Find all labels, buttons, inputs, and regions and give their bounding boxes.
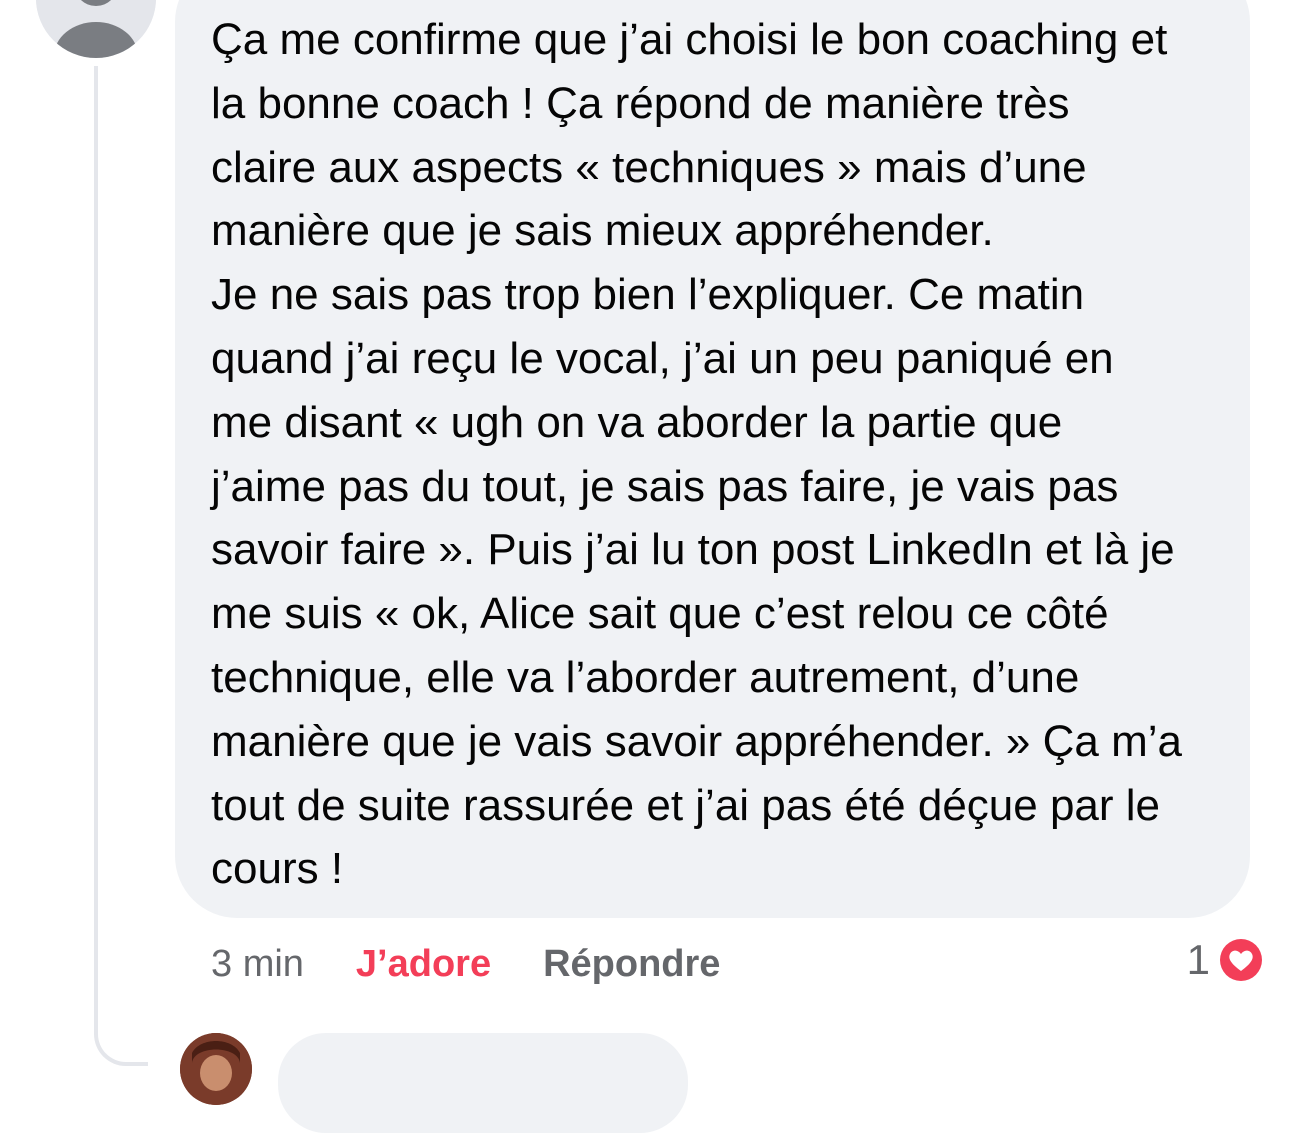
- comment-timestamp[interactable]: 3 min: [211, 943, 304, 986]
- comment-actions: 3 min J’adore Répondre: [211, 936, 720, 992]
- reaction-count: 1: [1186, 936, 1210, 983]
- next-reply-bubble[interactable]: [278, 1033, 688, 1133]
- commenter-avatar[interactable]: [36, 0, 156, 58]
- default-profile-icon: [36, 0, 156, 58]
- reply-button[interactable]: Répondre: [543, 943, 720, 986]
- comment-text: Ça me confirme que j’ai choisi le bon co…: [211, 15, 1182, 894]
- reaction-summary[interactable]: 1: [1187, 932, 1266, 988]
- next-reply-avatar[interactable]: [180, 1033, 252, 1105]
- love-button[interactable]: J’adore: [356, 943, 491, 986]
- heart-icon: [1216, 935, 1266, 985]
- profile-photo-icon: [180, 1033, 252, 1105]
- reply-thread-line: [94, 66, 148, 1066]
